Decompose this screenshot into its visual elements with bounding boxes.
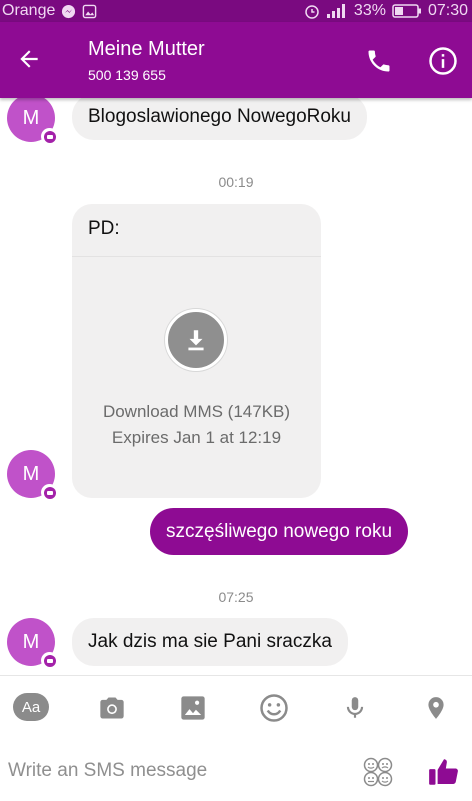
back-button[interactable]	[12, 42, 46, 76]
expires-label: Expires Jan 1 at 12:19	[111, 428, 282, 447]
contact-info[interactable]: Meine Mutter 500 139 655	[88, 38, 205, 84]
image-icon	[181, 696, 205, 720]
gallery-notification-icon	[82, 4, 97, 19]
clock: 07:30	[427, 2, 468, 19]
incoming-message[interactable]: Blogoslawionego NowegoRoku	[72, 98, 368, 140]
timestamp: 07:25	[218, 589, 254, 605]
call-button[interactable]	[362, 44, 396, 78]
location-button[interactable]	[416, 690, 456, 726]
messenger-notification-icon	[61, 4, 76, 19]
stickers-icon	[363, 757, 393, 787]
contact-phone: 500 139 655	[88, 67, 166, 83]
message-text: szczęśliwego nowego roku	[166, 520, 393, 542]
contact-name: Meine Mutter	[88, 38, 205, 60]
like-button[interactable]	[424, 754, 464, 790]
thumbs-up-icon	[429, 759, 458, 785]
voice-button[interactable]	[335, 690, 375, 726]
avatar-initial: M	[22, 630, 40, 653]
arrow-left-icon	[20, 50, 38, 68]
microphone-icon	[346, 697, 364, 718]
timestamp: 00:19	[218, 174, 254, 190]
avatar[interactable]: M	[7, 98, 58, 145]
avatar[interactable]: M	[7, 450, 58, 501]
incoming-message[interactable]: Jak dzis ma sie Pani sraczka	[72, 618, 348, 666]
mms-title: PD:	[88, 218, 120, 239]
camera-icon	[100, 697, 124, 719]
message-text: Jak dzis ma sie Pani sraczka	[88, 631, 332, 652]
emoji-button[interactable]	[254, 690, 294, 726]
alarm-icon	[304, 3, 320, 19]
sms-badge-icon	[41, 652, 58, 669]
smiley-icon	[260, 694, 288, 722]
battery-icon	[392, 3, 422, 19]
info-icon	[429, 47, 457, 75]
status-bar: Orange 33% 07:30	[0, 0, 472, 22]
message-list[interactable]: M Blogoslawionego NowegoRoku 00:19 PD: D…	[0, 98, 472, 675]
text-format-button[interactable]: Aa	[13, 693, 49, 721]
stickers-button[interactable]	[362, 756, 394, 788]
location-pin-icon	[428, 697, 444, 719]
divider	[72, 256, 321, 257]
carrier-label: Orange	[2, 2, 56, 19]
message-text: Blogoslawionego NowegoRoku	[88, 106, 352, 127]
message-input[interactable]: Write an SMS message	[8, 760, 207, 782]
outgoing-message[interactable]: szczęśliwego nowego roku	[150, 508, 409, 555]
download-mms-button[interactable]	[165, 309, 227, 371]
conversation-header: Meine Mutter 500 139 655	[0, 22, 472, 98]
composer: Aa Write an SMS message	[0, 675, 472, 801]
download-label: Download MMS (147KB)	[102, 402, 291, 421]
sms-badge-icon	[41, 128, 58, 145]
phone-icon	[368, 50, 390, 72]
camera-button[interactable]	[92, 690, 132, 726]
mms-message[interactable]: PD: Download MMS (147KB) Expires Jan 1 a…	[72, 204, 321, 498]
signal-icon	[326, 3, 348, 19]
download-icon	[188, 330, 204, 351]
gallery-button[interactable]	[173, 690, 213, 726]
avatar-initial: M	[22, 462, 40, 485]
avatar-initial: M	[22, 106, 40, 129]
info-button[interactable]	[426, 44, 460, 78]
sms-badge-icon	[41, 484, 58, 501]
avatar[interactable]: M	[7, 618, 58, 669]
battery-percent: 33%	[353, 2, 386, 19]
